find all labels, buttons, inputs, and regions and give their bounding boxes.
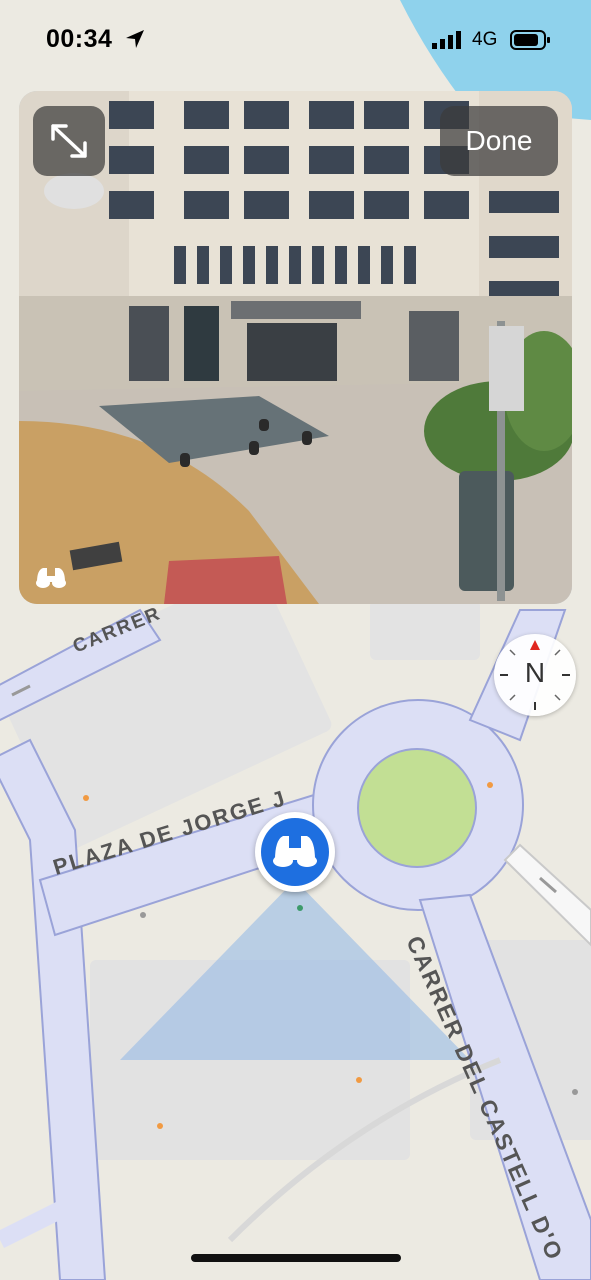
binoculars-icon	[36, 568, 66, 588]
expand-arrows-icon	[51, 124, 87, 158]
expand-button[interactable]	[33, 106, 105, 176]
battery-icon	[510, 30, 550, 50]
network-type: 4G	[472, 29, 498, 50]
look-around-marker[interactable]	[255, 812, 335, 892]
location-arrow-icon	[126, 30, 144, 48]
look-around-panel[interactable]: Done	[19, 91, 572, 604]
done-button[interactable]: Done	[440, 106, 558, 176]
compass-north-label: N	[524, 657, 546, 688]
compass-button[interactable]: N	[494, 634, 576, 716]
home-indicator[interactable]	[191, 1254, 401, 1262]
status-bar: 00:34 4G	[0, 0, 591, 80]
binoculars-marker-icon	[273, 836, 317, 867]
status-time: 00:34	[46, 25, 113, 53]
signal-bars-icon	[432, 31, 461, 49]
